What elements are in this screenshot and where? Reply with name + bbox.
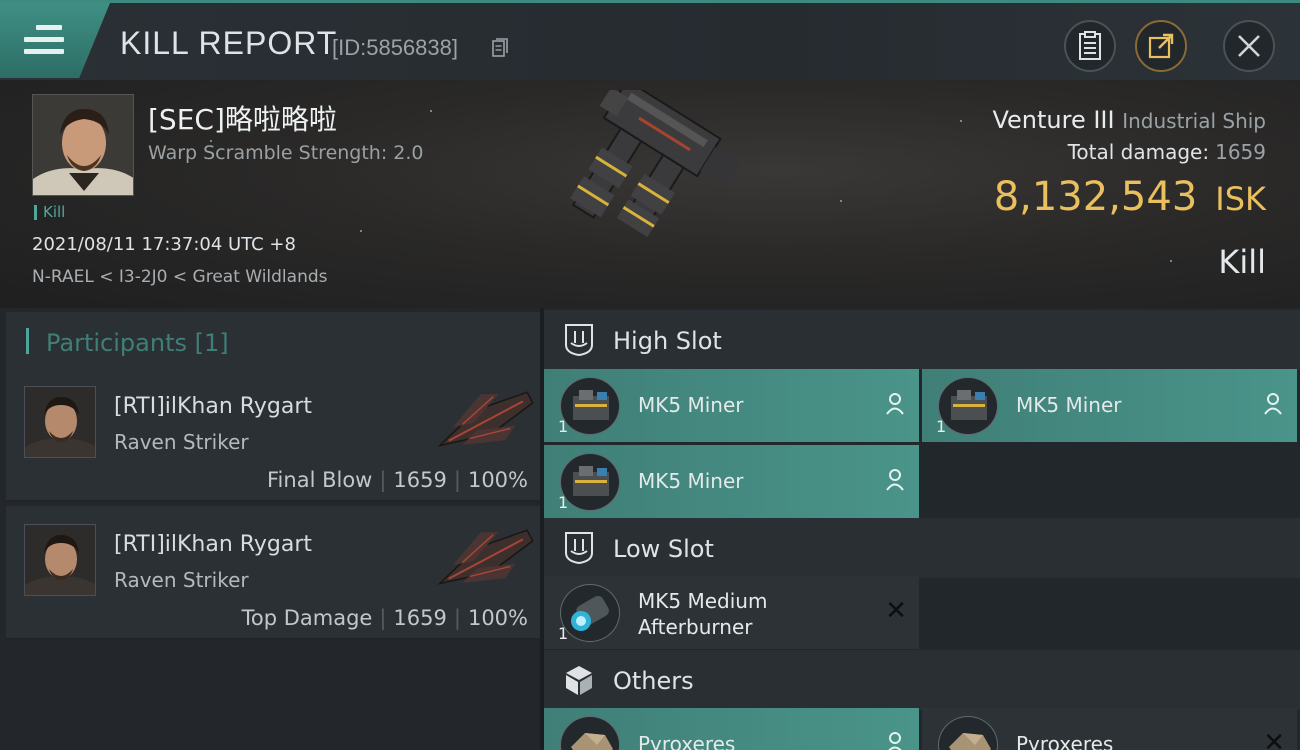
- close-button[interactable]: [1223, 20, 1275, 72]
- module-name: MK5 Miner: [638, 393, 744, 417]
- isk-value: 8,132,543 ISK: [994, 174, 1266, 220]
- module-name-line1: MK5 Medium: [638, 589, 768, 613]
- module-item[interactable]: Pyroxeres ✕: [922, 708, 1297, 750]
- participant-name: [RTI]ilKhan Rygart: [114, 532, 313, 557]
- victim-header: [SEC]略啦略啦 Warp Scramble Strength: 2.0 Ki…: [0, 80, 1300, 308]
- kill-datetime: 2021/08/11 17:37:04 UTC +8: [32, 234, 296, 255]
- participant-damage: 1659: [393, 468, 447, 492]
- low-slot-icon: [565, 532, 593, 565]
- victim-name: [SEC]略啦略啦: [148, 103, 337, 136]
- afterburner-icon: [560, 584, 620, 642]
- clipboard-button[interactable]: [1064, 20, 1116, 72]
- high-slot-icon: [565, 324, 593, 357]
- miner-icon: [938, 377, 998, 435]
- low-slot-label: Low Slot: [613, 535, 714, 563]
- total-damage-value: 1659: [1215, 140, 1266, 164]
- person-icon[interactable]: [885, 469, 905, 491]
- module-name: MK5 Medium Afterburner: [638, 588, 767, 640]
- person-icon[interactable]: [885, 393, 905, 415]
- participant-avatar[interactable]: [24, 386, 96, 458]
- others-label: Others: [613, 667, 694, 695]
- destroyed-icon: ✕: [885, 596, 907, 626]
- menu-icon: [24, 25, 64, 57]
- destroyed-icon: ✕: [1263, 728, 1285, 750]
- module-item[interactable]: 1 MK5 Miner: [922, 369, 1297, 442]
- module-item[interactable]: 1 MK5 Miner: [544, 445, 919, 518]
- miner-icon: [560, 453, 620, 511]
- participant-percent: 100%: [467, 468, 528, 492]
- victim-avatar[interactable]: [32, 94, 134, 196]
- fitting-panel: High Slot 1 MK5 Miner 1 MK5 Miner 1 MK5 …: [544, 308, 1300, 750]
- copy-icon[interactable]: [492, 38, 508, 58]
- miner-icon: [560, 377, 620, 435]
- menu-button[interactable]: [0, 3, 110, 78]
- module-item[interactable]: 1 MK5 Miner: [544, 369, 919, 442]
- participant-ship-image: [437, 391, 534, 447]
- victim-ship-image: [570, 90, 741, 237]
- page-title: KILL REPORT: [120, 25, 338, 61]
- total-damage: Total damage: 1659: [1068, 140, 1266, 164]
- kill-tag: Kill: [34, 205, 65, 220]
- high-slot-header: High Slot: [544, 310, 1300, 370]
- participant-avatar[interactable]: [24, 524, 96, 596]
- module-name: Pyroxeres: [1016, 732, 1114, 750]
- cube-icon: [566, 666, 592, 695]
- others-header: Others: [544, 650, 1300, 710]
- high-slot-label: High Slot: [613, 327, 722, 355]
- participant-ship-image: [437, 529, 534, 585]
- kill-result: Kill: [1218, 243, 1266, 281]
- module-quantity: 1: [558, 493, 569, 512]
- participants-header: Participants [1]: [6, 312, 540, 370]
- module-name-line2: Afterburner: [638, 615, 753, 639]
- person-icon[interactable]: [885, 732, 905, 750]
- victim-ship: Venture III Industrial Ship: [992, 106, 1266, 134]
- ore-icon: [938, 716, 998, 750]
- person-icon[interactable]: [1263, 393, 1283, 415]
- total-damage-label: Total damage:: [1067, 140, 1210, 164]
- warp-scramble-strength: Warp Scramble Strength: 2.0: [148, 142, 424, 164]
- participant-row[interactable]: [RTI]ilKhan Rygart Raven Striker Top Dam…: [6, 506, 540, 640]
- module-quantity: 1: [558, 417, 569, 436]
- top-bar: KILL REPORT [ID:5856838]: [0, 0, 1300, 80]
- participant-role: Final Blow: [267, 468, 373, 492]
- participant-ship: Raven Striker: [114, 568, 249, 592]
- participant-name: [RTI]ilKhan Rygart: [114, 394, 313, 419]
- participant-stats: Final Blow | 1659 | 100%: [267, 468, 528, 492]
- report-id: [ID:5856838]: [332, 35, 458, 60]
- ore-icon: [560, 716, 620, 750]
- clipboard-icon: [1079, 31, 1101, 60]
- module-name: Pyroxeres: [638, 732, 736, 750]
- module-name: MK5 Miner: [1016, 393, 1122, 417]
- participant-role: Top Damage: [241, 606, 373, 630]
- participants-panel: Participants [1] [RTI]ilKhan Rygart Rave…: [0, 308, 540, 750]
- isk-unit: ISK: [1215, 180, 1266, 218]
- participants-title: Participants [1]: [46, 329, 229, 357]
- module-quantity: 1: [936, 417, 947, 436]
- participant-ship: Raven Striker: [114, 430, 249, 454]
- kill-location: N-RAEL < I3-2J0 < Great Wildlands: [32, 267, 328, 287]
- participant-row[interactable]: [RTI]ilKhan Rygart Raven Striker Final B…: [6, 368, 540, 502]
- module-item[interactable]: 1 MK5 Medium Afterburner ✕: [544, 576, 919, 649]
- module-name: MK5 Miner: [638, 469, 744, 493]
- module-quantity: 1: [558, 624, 569, 643]
- share-icon: [1148, 33, 1174, 59]
- participant-percent: 100%: [467, 606, 528, 630]
- module-item[interactable]: Pyroxeres: [544, 708, 919, 750]
- participant-damage: 1659: [393, 606, 447, 630]
- participant-stats: Top Damage | 1659 | 100%: [241, 606, 528, 630]
- close-icon: [1238, 35, 1260, 57]
- share-button[interactable]: [1135, 20, 1187, 72]
- ship-class: Industrial Ship: [1122, 109, 1266, 133]
- low-slot-header: Low Slot: [544, 518, 1300, 578]
- ship-name: Venture III: [992, 106, 1115, 134]
- isk-amount: 8,132,543: [993, 174, 1198, 220]
